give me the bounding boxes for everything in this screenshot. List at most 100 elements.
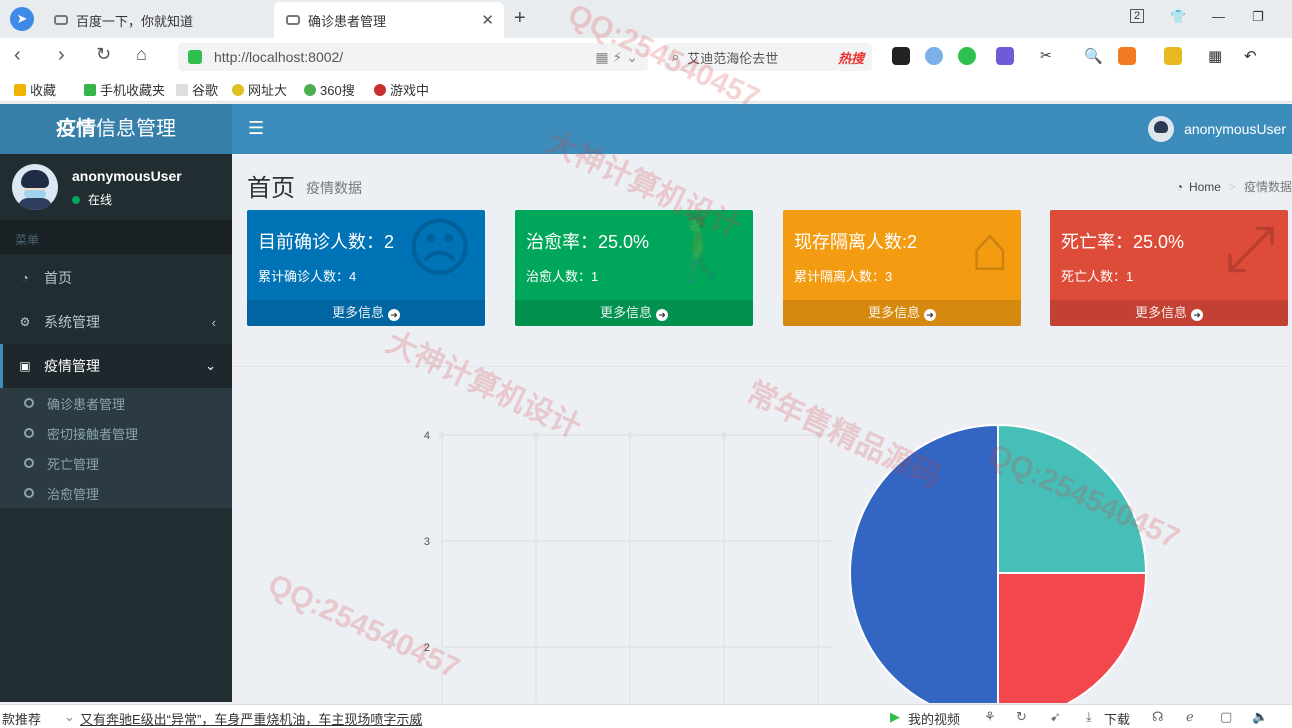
extension-icon[interactable]	[892, 47, 910, 65]
chart-panel: 4 3 2	[232, 366, 1292, 703]
online-status: 在线	[72, 191, 112, 208]
sidebar-item-label: 疫情管理	[44, 358, 100, 374]
extension-icon[interactable]	[925, 47, 943, 65]
game-icon[interactable]	[1118, 47, 1136, 65]
submenu-label: 确诊患者管理	[47, 396, 126, 412]
extension-icon[interactable]	[958, 47, 976, 65]
data-point	[815, 432, 821, 438]
game-icon	[374, 83, 386, 96]
bookmark-site-nav[interactable]: 网址大	[232, 80, 287, 99]
chevron-left-icon: ‹	[211, 314, 216, 330]
close-tab-icon[interactable]: ✕	[481, 11, 494, 29]
sidebar-item-label: 首页	[44, 270, 72, 286]
scissors-icon[interactable]: ✂	[1040, 47, 1058, 65]
undo-icon[interactable]: ↶	[1244, 47, 1262, 65]
magnifier-icon[interactable]: 🔍	[1084, 47, 1103, 65]
logo-rest: 信息管理	[96, 118, 176, 140]
apps-grid-icon[interactable]: ▦	[1208, 47, 1226, 65]
submenu-label: 死亡管理	[47, 456, 100, 472]
app-logo[interactable]: 疫情信息管理	[0, 104, 232, 154]
submenu-item-cured[interactable]: 治愈管理	[0, 478, 232, 508]
news-ticker-link[interactable]: 又有奔驰E级出“异常”，车身严重烧机油，车主现场喷字示威	[80, 709, 422, 728]
circle-icon	[24, 488, 34, 498]
star-icon	[14, 83, 26, 96]
more-info-link[interactable]: 更多信息 ➜	[1050, 300, 1288, 326]
refresh-circle-icon[interactable]: ↻	[1016, 709, 1027, 725]
qr-lightning-chevron-icon[interactable]: ▦ ⚡ ⌄	[595, 49, 638, 66]
download-link[interactable]: 下载	[1104, 709, 1130, 728]
shirt-icon[interactable]: 👕	[1170, 9, 1186, 25]
window-icon[interactable]: ▢	[1220, 709, 1232, 725]
submenu-item-confirmed[interactable]: 确诊患者管理	[0, 388, 232, 418]
page-icon	[176, 83, 188, 96]
rocket-icon[interactable]: ➹	[1050, 709, 1061, 725]
sidebar-toggle-icon[interactable]: ☰	[248, 118, 264, 139]
data-point	[439, 432, 445, 438]
home-icon[interactable]: ⌂	[136, 44, 147, 65]
pie-slice	[849, 423, 999, 703]
browser-logo-icon[interactable]: ➤	[10, 7, 34, 31]
hot-search-label[interactable]: 热搜	[838, 48, 864, 67]
shield-ext-icon[interactable]	[1164, 47, 1182, 65]
more-info-label: 更多信息	[599, 305, 652, 320]
back-icon[interactable]: ‹	[14, 44, 21, 67]
line-chart: 4 3 2	[424, 430, 832, 703]
bookmark-google[interactable]: 谷歌	[176, 80, 218, 99]
bookmark-label: 收藏	[30, 83, 57, 98]
submenu-item-contacts[interactable]: 密切接触者管理	[0, 418, 232, 448]
video-icon: ▶	[890, 709, 900, 724]
more-info-link[interactable]: 更多信息 ➜	[247, 300, 485, 326]
translate-icon[interactable]	[996, 47, 1014, 65]
browser-search-input[interactable]: ⌕ 艾迪范海伦去世 热搜	[664, 43, 872, 71]
sidebar-item-epidemic[interactable]: ▣ 疫情管理 ⌄	[0, 344, 232, 388]
menu-header: 菜单	[0, 220, 232, 254]
forward-icon[interactable]: ›	[58, 44, 65, 67]
more-info-label: 更多信息	[331, 305, 384, 320]
minimize-icon[interactable]: —	[1212, 9, 1225, 24]
ie-icon[interactable]: ℯ	[1186, 709, 1194, 725]
cogs-icon: ⚙	[19, 315, 31, 329]
bookmark-favorites[interactable]: 收藏	[14, 80, 56, 99]
frown-icon: ☹	[406, 212, 473, 284]
arrow-circle-right-icon: ➜	[656, 309, 668, 321]
dashboard-icon: ◔	[21, 271, 29, 285]
browser-tab-baidu[interactable]: 百度一下，你就知道	[44, 2, 272, 38]
my-video-link[interactable]: 我的视频	[908, 709, 960, 728]
download-icon: ⤓	[1086, 709, 1092, 724]
sidebar-item-home[interactable]: ◔ 首页	[0, 256, 232, 300]
data-point	[533, 432, 539, 438]
more-info-link[interactable]: 更多信息 ➜	[515, 300, 753, 326]
browser-tab-active[interactable]: 确诊患者管理 ✕	[274, 2, 504, 38]
bookmark-label: 手机收藏夹	[100, 83, 166, 98]
restore-icon[interactable]: ❐	[1252, 9, 1264, 25]
circle-icon	[24, 428, 34, 438]
bookmark-games[interactable]: 游戏中	[374, 80, 429, 99]
more-info-link[interactable]: 更多信息 ➜	[783, 300, 1021, 326]
tab-title: 百度一下，你就知道	[76, 13, 194, 29]
top-navbar: ☰ anonymousUser	[232, 104, 1292, 154]
tab-count-badge[interactable]: 2	[1130, 9, 1145, 23]
y-tick-label: 2	[424, 642, 430, 654]
site-icon	[232, 83, 244, 96]
bookmark-label: 游戏中	[390, 83, 430, 98]
home-icon: ⌂	[970, 212, 1009, 284]
sidebar-username: anonymousUser	[72, 168, 182, 184]
user-menu[interactable]: anonymousUser	[1148, 116, 1286, 142]
bookmark-label: 网址大	[248, 83, 288, 98]
submenu-item-deaths[interactable]: 死亡管理	[0, 448, 232, 478]
bookmark-360[interactable]: 360搜	[304, 80, 355, 99]
volume-icon[interactable]: 🔈	[1252, 709, 1268, 725]
breadcrumb-home[interactable]: Home	[1189, 180, 1221, 194]
url-input[interactable]: http://localhost:8002/ ▦ ⚡ ⌄	[178, 43, 648, 71]
page-subtitle: 疫情数据	[306, 180, 362, 196]
bookmark-mobile[interactable]: 手机收藏夹	[84, 80, 165, 99]
sidebar-item-system[interactable]: ⚙ 系统管理 ‹	[0, 300, 232, 344]
pie-slice	[997, 572, 1148, 703]
submenu-label: 治愈管理	[47, 486, 100, 502]
reload-icon[interactable]: ↻	[96, 44, 111, 65]
status-recommend[interactable]: 款推荐	[2, 709, 41, 728]
headset-icon[interactable]: ☊	[1152, 709, 1164, 725]
leaf-icon[interactable]: ⚘	[984, 709, 996, 725]
new-tab-icon[interactable]: +	[514, 7, 526, 30]
360-icon	[304, 83, 316, 96]
